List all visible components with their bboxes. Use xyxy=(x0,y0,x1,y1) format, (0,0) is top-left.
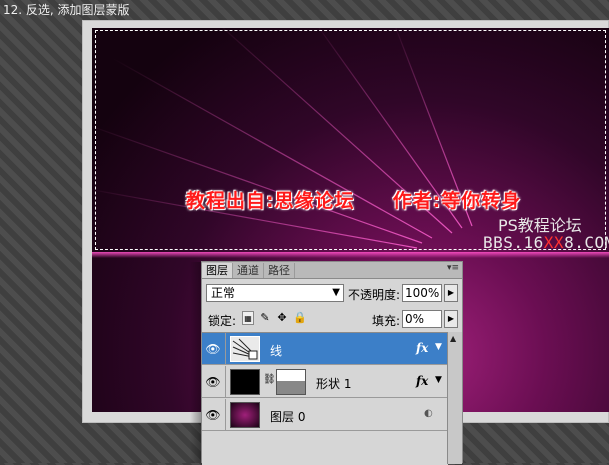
smart-filter-icon[interactable]: ◐ xyxy=(424,408,433,419)
eye-icon[interactable]: 👁 xyxy=(205,375,221,389)
fx-icon[interactable]: fx xyxy=(416,341,428,355)
chevron-down-icon[interactable]: ▼ xyxy=(435,375,442,385)
fill-slider-button[interactable]: ▶ xyxy=(444,310,458,328)
opacity-slider-button[interactable]: ▶ xyxy=(444,284,458,302)
layers-list: 👁 线 fx ▼ 👁 ⛓ 形状 1 fx ▼ 👁 图层 0 ◐ xyxy=(202,332,448,465)
eye-icon[interactable]: 👁 xyxy=(205,408,221,422)
chevron-down-icon[interactable]: ▼ xyxy=(435,342,442,352)
layers-panel: 图层 通道 路径 ▾≡ 正常 ▼ 不透明度: 100% ▶ 锁定: ▦ ✎ ✥ … xyxy=(201,261,463,465)
panel-tabs: 图层 通道 路径 ▾≡ xyxy=(202,262,462,279)
tab-channels[interactable]: 通道 xyxy=(233,263,264,278)
blend-row: 正常 ▼ 不透明度: 100% ▶ xyxy=(206,284,460,304)
chevron-down-icon: ▼ xyxy=(332,287,340,298)
layer-name: 形状 1 xyxy=(316,377,352,391)
watermark-url: BBS.16XX8.COM xyxy=(483,233,609,252)
credits-author: 作者:等你转身 xyxy=(392,190,522,212)
fill-label: 填充: xyxy=(372,314,401,328)
vector-mask-thumbnail xyxy=(276,369,306,395)
lock-row: 锁定: ▦ ✎ ✥ 🔒 填充: 0% ▶ xyxy=(206,310,460,330)
link-icon[interactable]: ⛓ xyxy=(263,374,276,385)
credits-text: 教程出自:思缘论坛 作者:等你转身 xyxy=(186,186,521,213)
watermark-url-red: XX xyxy=(543,233,565,252)
watermark-url-post: 8.COM xyxy=(564,233,609,252)
layer-name: 线 xyxy=(270,344,283,358)
blend-mode-value: 正常 xyxy=(211,286,236,300)
panel-menu-icon[interactable]: ▾≡ xyxy=(447,263,459,273)
lock-transparency-icon[interactable]: ▦ xyxy=(242,311,254,325)
step-caption: 12. 反选, 添加图层蒙版 xyxy=(3,3,130,17)
layer-name: 图层 0 xyxy=(270,410,306,424)
layer-thumbnail xyxy=(230,336,260,362)
lock-all-icon[interactable]: 🔒 xyxy=(293,311,307,325)
layer-row[interactable]: 👁 线 fx ▼ xyxy=(202,333,448,365)
lock-move-icon[interactable]: ✥ xyxy=(276,311,288,325)
eye-separator xyxy=(225,366,226,398)
layer-thumbnail xyxy=(230,402,260,428)
lock-icons: ▦ ✎ ✥ 🔒 xyxy=(242,311,307,325)
fill-input[interactable]: 0% xyxy=(402,310,442,328)
scroll-up-icon[interactable]: ▲ xyxy=(450,334,456,343)
lock-brush-icon[interactable]: ✎ xyxy=(259,311,271,325)
layer-row[interactable]: 👁 图层 0 ◐ xyxy=(202,399,448,431)
layers-scrollbar[interactable]: ▲ xyxy=(447,332,462,464)
opacity-input[interactable]: 100% xyxy=(402,284,442,302)
credits-source: 教程出自:思缘论坛 xyxy=(186,190,355,212)
selection-glow-edge xyxy=(92,252,609,258)
layer-row[interactable]: 👁 ⛓ 形状 1 fx ▼ xyxy=(202,366,448,398)
layer-thumbnail xyxy=(230,369,260,395)
fx-icon[interactable]: fx xyxy=(416,374,428,388)
eye-separator xyxy=(225,333,226,365)
lock-label: 锁定: xyxy=(208,314,237,328)
tab-layers[interactable]: 图层 xyxy=(202,263,233,278)
blend-mode-select[interactable]: 正常 ▼ xyxy=(206,284,344,302)
watermark-url-pre: BBS.16 xyxy=(483,233,544,252)
eye-icon[interactable]: 👁 xyxy=(205,342,221,356)
eye-separator xyxy=(225,399,226,431)
rays-thumbnail-icon xyxy=(232,338,258,360)
tab-paths[interactable]: 路径 xyxy=(264,263,295,278)
opacity-label: 不透明度: xyxy=(348,288,401,302)
